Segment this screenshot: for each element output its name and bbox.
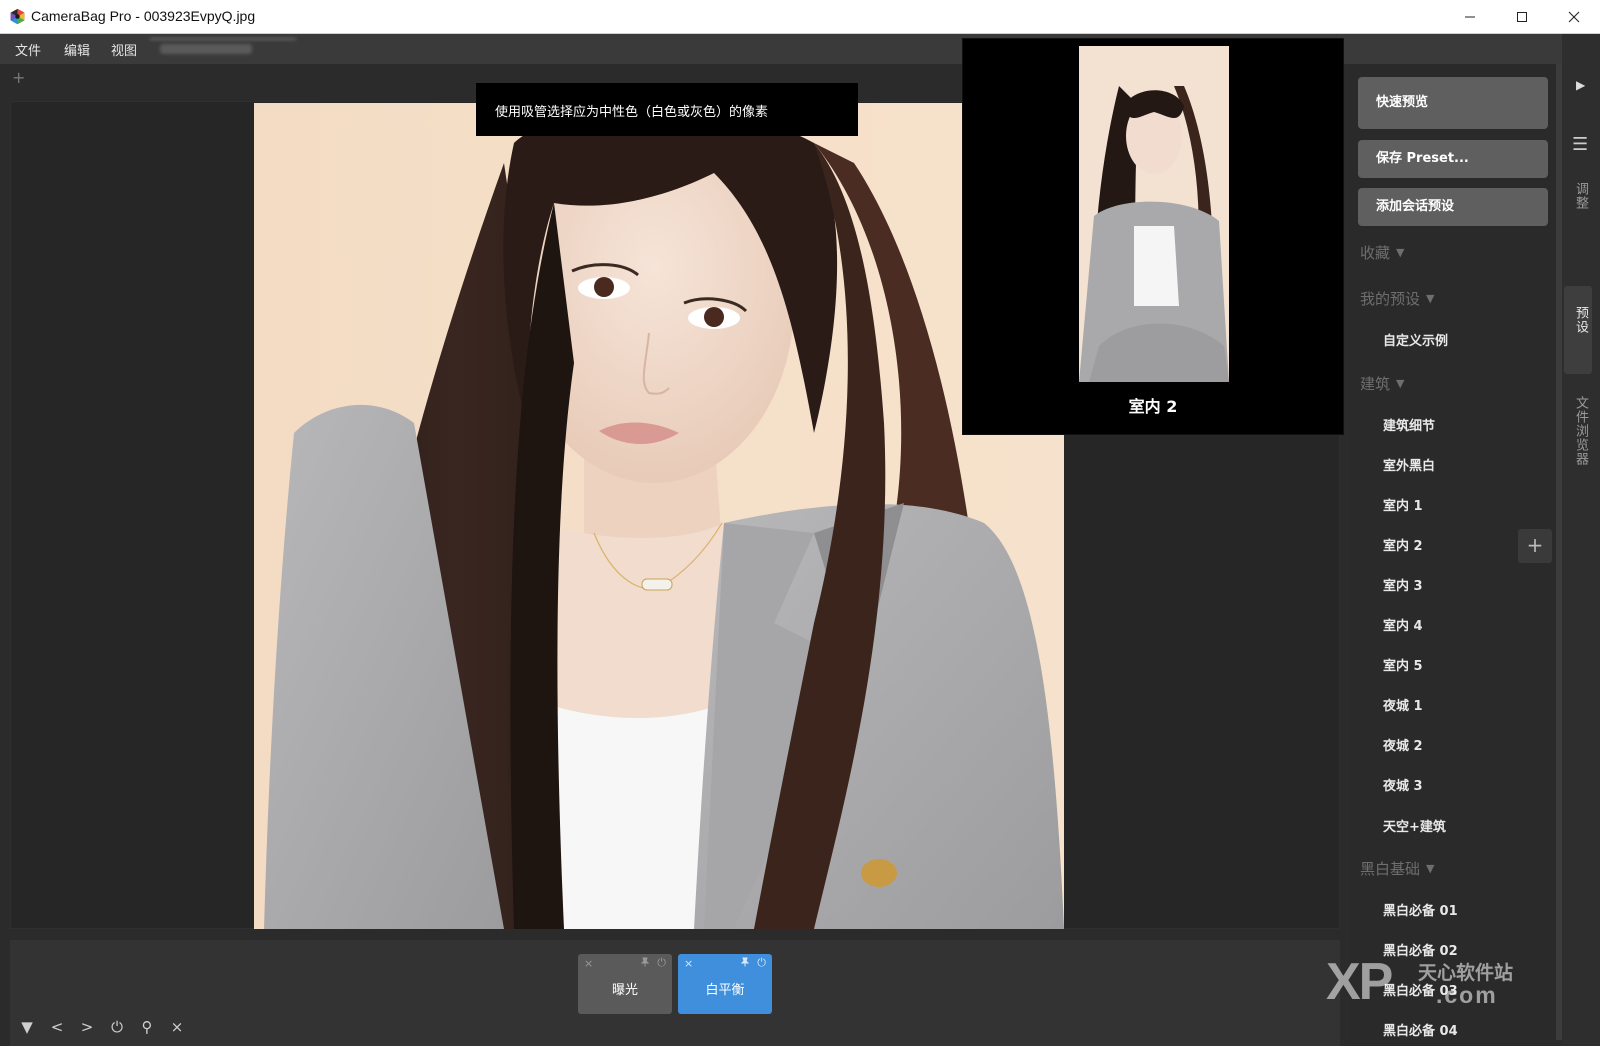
section-my-presets[interactable]: 我的预设 ▼ — [1360, 288, 1434, 309]
next-image-icon[interactable]: > — [78, 1018, 96, 1040]
pin-icon[interactable] — [640, 957, 650, 970]
collapse-tray-icon[interactable]: ▼ — [18, 1018, 36, 1040]
adjustment-label: 曝光 — [611, 983, 638, 998]
preset-item[interactable]: 黑白必备 02 — [1383, 940, 1458, 959]
close-window-button[interactable] — [1548, 0, 1600, 34]
chevron-down-icon: ▼ — [1396, 377, 1405, 390]
adjustment-card-exposure[interactable]: × ⏻ 曝光 — [578, 954, 672, 1014]
preset-item[interactable]: 夜城 2 — [1383, 735, 1423, 754]
add-session-preset-button[interactable]: 添加会话预设 — [1358, 188, 1548, 226]
adjustments-tray — [10, 940, 1340, 1046]
power-icon[interactable]: ⏻ — [757, 956, 766, 970]
adjustment-card-white-balance[interactable]: × ⏻ 白平衡 — [678, 954, 772, 1014]
preset-item[interactable]: 天空+建筑 — [1383, 816, 1446, 835]
menu-icon[interactable]: ☰ — [1572, 134, 1588, 155]
watermark-logo: XP 天心软件站 .com — [1326, 953, 1514, 1011]
adjustment-label: 白平衡 — [705, 983, 745, 998]
preset-item[interactable]: 建筑细节 — [1383, 415, 1435, 434]
section-favorites[interactable]: 收藏 ▼ — [1360, 242, 1404, 263]
close-icon — [1568, 11, 1580, 23]
preset-item[interactable]: 夜城 3 — [1383, 775, 1423, 794]
preset-item[interactable]: 室内 5 — [1383, 655, 1423, 674]
preset-item[interactable]: 室外黑白 — [1383, 455, 1435, 474]
portrait-image — [254, 103, 1064, 929]
remove-adjustment-icon[interactable]: × — [684, 957, 693, 970]
tab-presets[interactable]: 预设 — [1571, 306, 1590, 334]
collapse-panel-icon[interactable]: ▶ — [1576, 78, 1585, 92]
chevron-down-icon: ▼ — [1426, 292, 1435, 305]
tab-file-browser[interactable]: 文件浏览器 — [1571, 396, 1590, 466]
chevron-down-icon: ▼ — [1426, 862, 1435, 875]
bottom-toolbar: ▼ < > ⏻ ⚲ × — [18, 1018, 186, 1040]
menu-bar: 文件 编辑 视图 — [0, 34, 1600, 64]
search-icon[interactable]: ⚲ — [138, 1018, 156, 1040]
window-title: CameraBag Pro - 003923EvpyQ.jpg — [31, 8, 256, 24]
camerabag-window: CameraBag Pro - 003923EvpyQ.jpg 文件 编辑 视图… — [0, 0, 1600, 1046]
save-preset-button[interactable]: 保存 Preset... — [1358, 140, 1548, 178]
app-logo-icon — [10, 8, 25, 25]
add-preset-button[interactable]: + — [1518, 529, 1552, 563]
preset-item[interactable]: 室内 1 — [1383, 495, 1423, 514]
preset-item[interactable]: 夜城 1 — [1383, 695, 1423, 714]
clear-icon[interactable]: × — [168, 1018, 186, 1040]
main-photo[interactable] — [254, 103, 1064, 929]
pin-icon[interactable] — [740, 957, 750, 970]
preview-thumbnail — [1079, 46, 1229, 382]
preset-preview-popup: 室内 2 — [962, 38, 1344, 435]
preview-label: 室内 2 — [1128, 397, 1178, 416]
power-icon[interactable]: ⏻ — [657, 956, 666, 970]
remove-adjustment-icon[interactable]: × — [584, 957, 593, 970]
add-tab-button[interactable]: + — [12, 68, 25, 87]
preset-item[interactable]: 黑白必备 04 — [1383, 1020, 1458, 1039]
power-toggle-icon[interactable]: ⏻ — [108, 1018, 126, 1040]
preset-item[interactable]: 黑白必备 01 — [1383, 900, 1458, 919]
blurred-menu-region — [150, 38, 296, 60]
maximize-icon — [1517, 12, 1527, 22]
minimize-icon — [1465, 16, 1475, 18]
chevron-down-icon: ▼ — [1396, 246, 1405, 259]
eyedropper-tooltip: 使用吸管选择应为中性色（白色或灰色）的像素 — [476, 83, 858, 136]
title-bar: CameraBag Pro - 003923EvpyQ.jpg — [0, 0, 1600, 34]
preset-item[interactable]: 室内 4 — [1383, 615, 1423, 634]
preset-item[interactable]: 自定义示例 — [1383, 330, 1448, 349]
menu-edit[interactable]: 编辑 — [64, 40, 90, 59]
menu-file[interactable]: 文件 — [15, 40, 41, 59]
preset-item[interactable]: 室内 3 — [1383, 575, 1423, 594]
tab-adjust[interactable]: 调整 — [1571, 182, 1590, 210]
preset-item-active[interactable]: 室内 2 — [1383, 535, 1423, 554]
menu-view[interactable]: 视图 — [111, 40, 137, 59]
previous-image-icon[interactable]: < — [48, 1018, 66, 1040]
quick-preview-button[interactable]: 快速预览 — [1358, 77, 1548, 129]
section-bw-basics[interactable]: 黑白基础 ▼ — [1360, 858, 1434, 879]
minimize-button[interactable] — [1444, 0, 1496, 34]
section-architecture[interactable]: 建筑 ▼ — [1360, 373, 1404, 394]
maximize-button[interactable] — [1496, 0, 1548, 34]
